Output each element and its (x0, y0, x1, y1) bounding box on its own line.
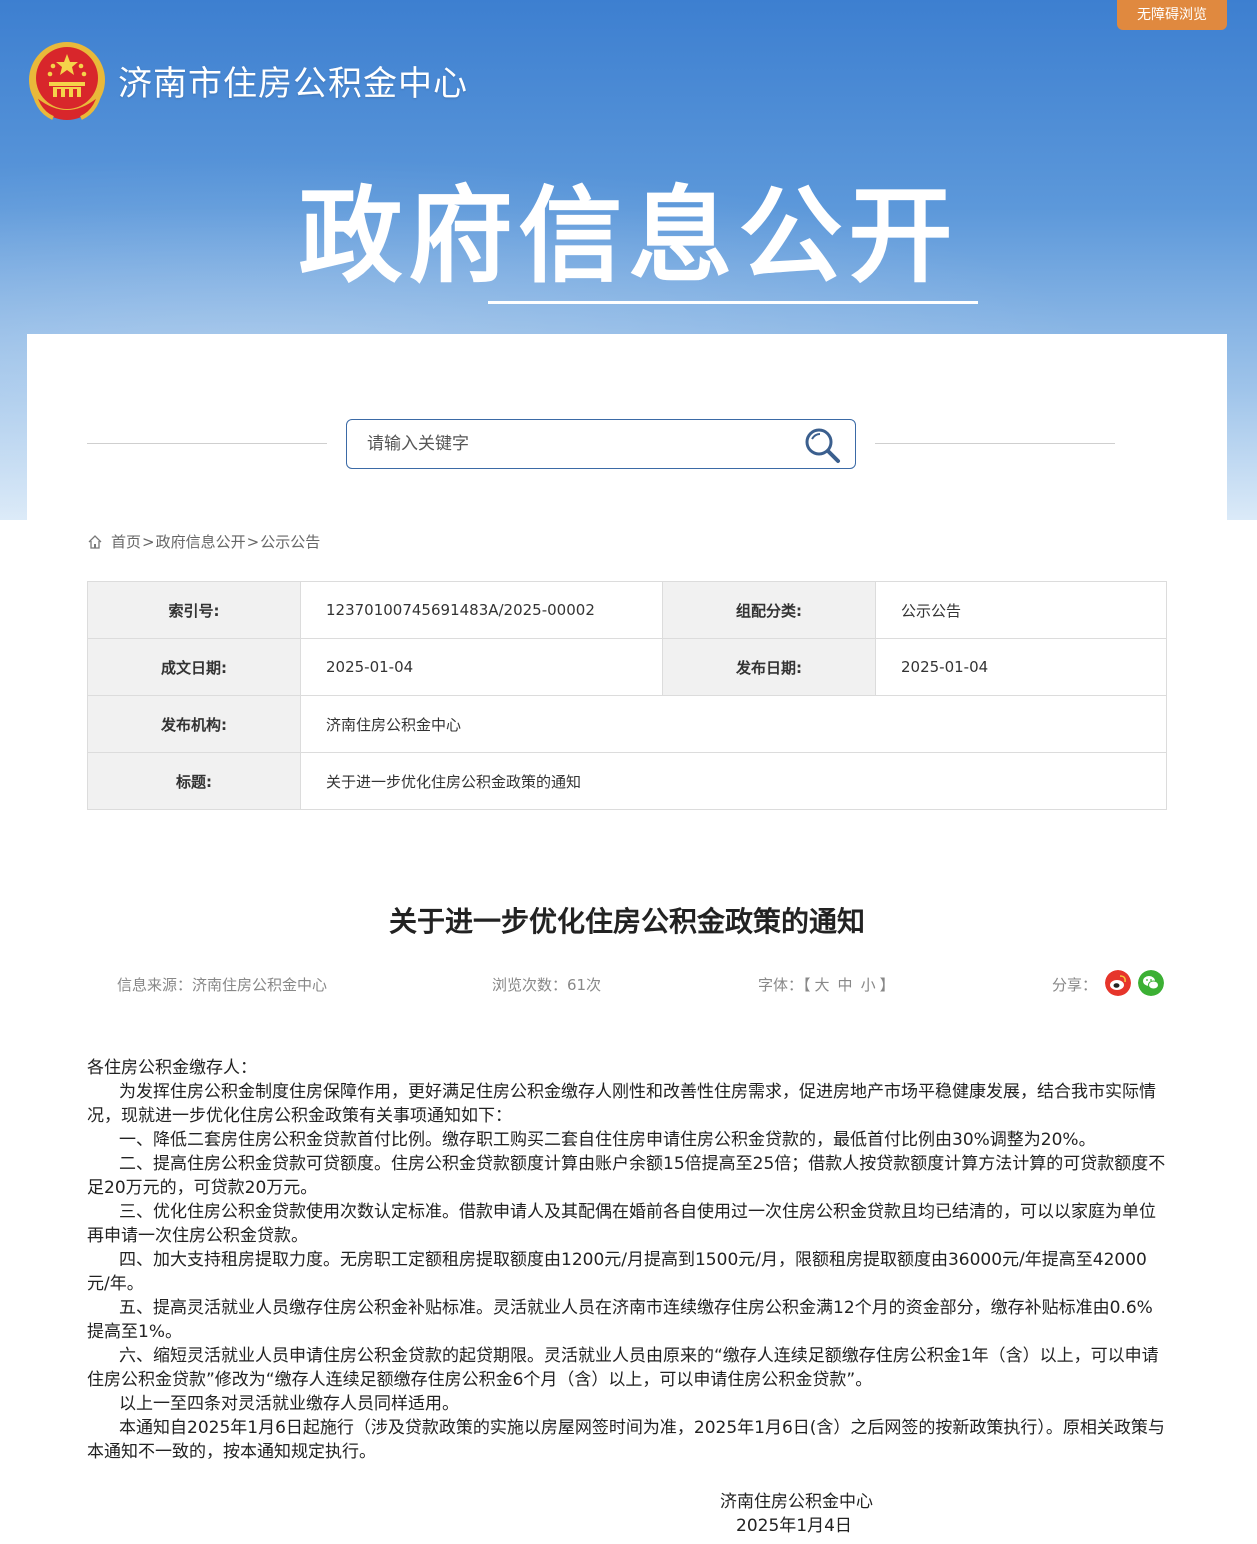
article-paragraph: 一、降低二套房住房公积金贷款首付比例。缴存职工购买二套自住住房申请住房公积金贷款… (119, 1130, 1096, 1150)
breadcrumb-notices[interactable]: 公示公告 (260, 531, 320, 552)
article-views: 浏览次数：61次 (492, 976, 602, 994)
written-date-value: 2025-01-04 (300, 638, 663, 696)
national-emblem-logo (29, 42, 105, 120)
search-divider-right (875, 443, 1115, 444)
font-size-label: 字体： (758, 976, 804, 994)
accessibility-button[interactable]: 无障碍浏览 (1117, 0, 1227, 30)
breadcrumb-info-public[interactable]: 政府信息公开 (156, 531, 246, 552)
document-meta-table: 索引号: 12370100745691483A/2025-00002 组配分类:… (87, 581, 1167, 810)
category-value: 公示公告 (875, 581, 1167, 639)
category-label: 组配分类: (662, 581, 876, 639)
title-value: 关于进一步优化住房公积金政策的通知 (300, 752, 1167, 810)
article-body: 各住房公积金缴存人： 为发挥住房公积金制度住房保障作用，更好满足住房公积金缴存人… (87, 1056, 1167, 1464)
share-label: 分享： (1052, 976, 1098, 994)
meta-row: 标题: 关于进一步优化住房公积金政策的通知 (87, 752, 1167, 810)
font-size-small[interactable]: 小 (861, 976, 876, 994)
font-size-bracket-open: 【 (803, 976, 811, 994)
article-paragraph: 本通知自2025年1月6日起施行（涉及贷款政策的实施以房屋网签时间为准，2025… (87, 1418, 1165, 1462)
search-input[interactable] (347, 420, 797, 468)
org-value: 济南住房公积金中心 (300, 695, 1167, 753)
article-paragraph: 二、提高住房公积金贷款可贷额度。住房公积金贷款额度计算由账户余额15倍提高至25… (87, 1154, 1166, 1198)
hero-underline (488, 301, 978, 304)
written-date-label: 成文日期: (87, 638, 301, 696)
font-size-control: 字体：【大中小】 (758, 974, 895, 995)
article-paragraph: 五、提高灵活就业人员缴存住房公积金补贴标准。灵活就业人员在济南市连续缴存住房公积… (87, 1298, 1153, 1342)
article-paragraph: 以上一至四条对灵活就业缴存人员同样适用。 (119, 1394, 459, 1414)
org-label: 发布机构: (87, 695, 301, 753)
signature-org: 济南住房公积金中心 (720, 1492, 873, 1512)
wechat-share-icon[interactable] (1138, 970, 1164, 996)
index-label: 索引号: (87, 581, 301, 639)
home-icon (88, 534, 102, 549)
index-value: 12370100745691483A/2025-00002 (300, 581, 663, 639)
article-greeting: 各住房公积金缴存人： (87, 1058, 257, 1078)
breadcrumb-separator: > (142, 532, 155, 551)
publish-date-label: 发布日期: (662, 638, 876, 696)
font-size-large[interactable]: 大 (815, 976, 830, 994)
article-paragraph: 六、缩短灵活就业人员申请住房公积金贷款的起贷期限。灵活就业人员由原来的“缴存人连… (87, 1346, 1159, 1390)
weibo-share-icon[interactable] (1105, 970, 1131, 996)
search-icon[interactable] (801, 424, 843, 466)
article-title: 关于进一步优化住房公积金政策的通知 (388, 905, 865, 938)
breadcrumb: 首页 > 政府信息公开 > 公示公告 (87, 531, 320, 552)
meta-row: 发布机构: 济南住房公积金中心 (87, 695, 1167, 753)
search-divider-left (87, 443, 327, 444)
breadcrumb-home[interactable]: 首页 (111, 531, 141, 552)
font-size-bracket-close: 】 (879, 976, 895, 994)
site-name: 济南市住房公积金中心 (118, 64, 468, 104)
article-paragraph: 为发挥住房公积金制度住房保障作用，更好满足住房公积金缴存人刚性和改善性住房需求，… (87, 1082, 1156, 1126)
breadcrumb-separator: > (246, 532, 260, 551)
article-paragraph: 四、加大支持租房提取力度。无房职工定额租房提取额度由1200元/月提高到1500… (87, 1250, 1147, 1294)
content-card: 首页 > 政府信息公开 > 公示公告 索引号: 1237010074569148… (27, 334, 1227, 1544)
article-paragraph: 三、优化住房公积金贷款使用次数认定标准。借款申请人及其配偶在婚前各自使用过一次住… (87, 1202, 1156, 1246)
publish-date-value: 2025-01-04 (875, 638, 1167, 696)
title-label: 标题: (87, 752, 301, 810)
signature-date: 2025年1月4日 (736, 1516, 852, 1536)
meta-row: 成文日期: 2025-01-04 发布日期: 2025-01-04 (87, 638, 1167, 696)
font-size-medium[interactable]: 中 (838, 976, 853, 994)
hero-title: 政府信息公开 (298, 175, 959, 297)
article-source: 信息来源：济南住房公积金中心 (117, 976, 328, 994)
meta-row: 索引号: 12370100745691483A/2025-00002 组配分类:… (87, 581, 1167, 639)
search-box (346, 419, 856, 469)
